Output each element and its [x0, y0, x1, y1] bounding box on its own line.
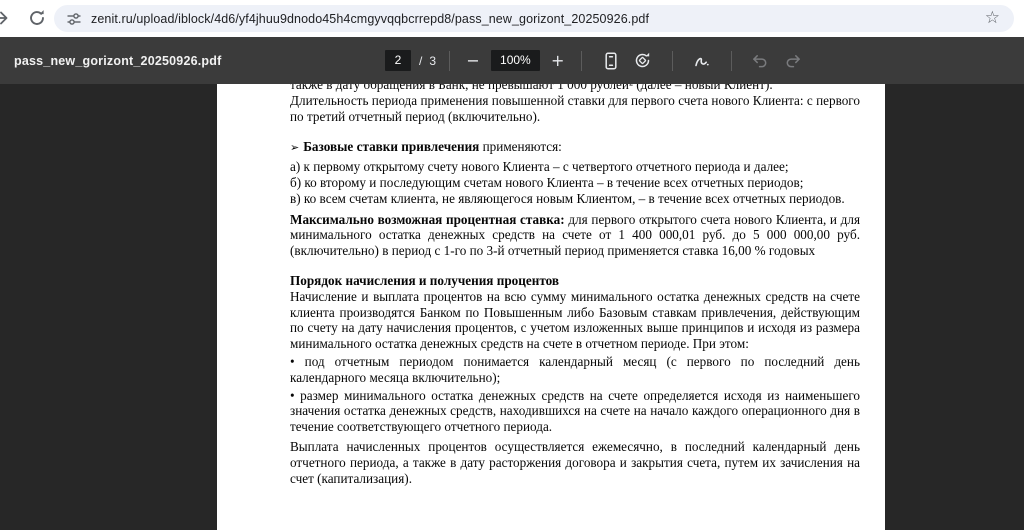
interest-order-heading: Порядок начисления и получения процентов	[290, 273, 860, 289]
max-rate-paragraph: Максимально возможная процентная ставка:…	[290, 212, 860, 259]
base-rates-rest: применяются:	[483, 139, 562, 154]
site-settings-icon[interactable]	[66, 11, 82, 27]
separator	[731, 51, 732, 71]
pdf-toolbar: pass_new_gorizont_20250926.pdf 2 / 3 − 1…	[0, 37, 1024, 84]
arrow-bullet-icon: ➢	[290, 141, 299, 154]
zoom-in-button[interactable]: +	[548, 50, 568, 72]
max-rate-bold: Максимально возможная процентная ставка:	[290, 212, 565, 227]
bullet-reporting-period: • под отчетным периодом понимается кален…	[290, 354, 860, 386]
separator	[449, 51, 450, 71]
bullet-min-balance: • размер минимального остатка денежных с…	[290, 388, 860, 435]
base-rates-list: а) к первому открытому счету нового Клие…	[290, 159, 860, 206]
reload-icon[interactable]	[28, 9, 46, 27]
page-total: 3	[429, 54, 436, 68]
zoom-level[interactable]: 100%	[491, 50, 540, 71]
separator	[581, 51, 582, 71]
payout-paragraph: Выплата начисленных процентов осуществля…	[290, 439, 860, 486]
pdf-page[interactable]: также в дату обращения в Банк, не превыш…	[217, 84, 885, 530]
list-item-a: а) к первому открытому счету нового Клие…	[290, 159, 860, 175]
paragraph-new-client-clipped: также в дату обращения в Банк, не превыш…	[290, 84, 860, 93]
base-rates-heading: ➢ Базовые ставки привлечения применяются:	[290, 139, 860, 156]
list-item-v: в) ко всем счетам клиента, не являющегос…	[290, 191, 860, 207]
page-divider: /	[419, 54, 422, 68]
forward-arrow-icon[interactable]	[0, 9, 9, 27]
separator	[672, 51, 673, 71]
list-item-b: б) ко второму и последующим счетам новог…	[290, 175, 860, 191]
interest-order-body: Начисление и выплата процентов на всю су…	[290, 289, 860, 352]
draw-annotate-button[interactable]	[690, 49, 714, 73]
base-rates-bold: Базовые ставки привлечения	[303, 139, 479, 154]
bookmark-star-icon[interactable]: ☆	[985, 8, 1000, 28]
fit-to-page-button[interactable]	[599, 49, 623, 73]
pdf-controls: 2 / 3 − 100% +	[385, 37, 809, 84]
url-text[interactable]: zenit.ru/upload/iblock/4d6/yf4jhuu9dnodo…	[91, 12, 649, 26]
pdf-content-area[interactable]: также в дату обращения в Банк, не превыш…	[0, 84, 1024, 530]
paragraph-duration: Длительность периода применения повышенн…	[290, 93, 860, 125]
zoom-out-button[interactable]: −	[463, 50, 483, 72]
redo-button[interactable]	[781, 49, 805, 73]
address-bar[interactable]: zenit.ru/upload/iblock/4d6/yf4jhuu9dnodo…	[54, 5, 1014, 32]
browser-topbar: zenit.ru/upload/iblock/4d6/yf4jhuu9dnodo…	[0, 0, 1024, 37]
page-number-input[interactable]: 2	[385, 50, 411, 71]
undo-button[interactable]	[749, 49, 773, 73]
rotate-button[interactable]	[631, 49, 655, 73]
pdf-filename: pass_new_gorizont_20250926.pdf	[14, 37, 221, 84]
document-text: также в дату обращения в Банк, не превыш…	[290, 84, 860, 486]
